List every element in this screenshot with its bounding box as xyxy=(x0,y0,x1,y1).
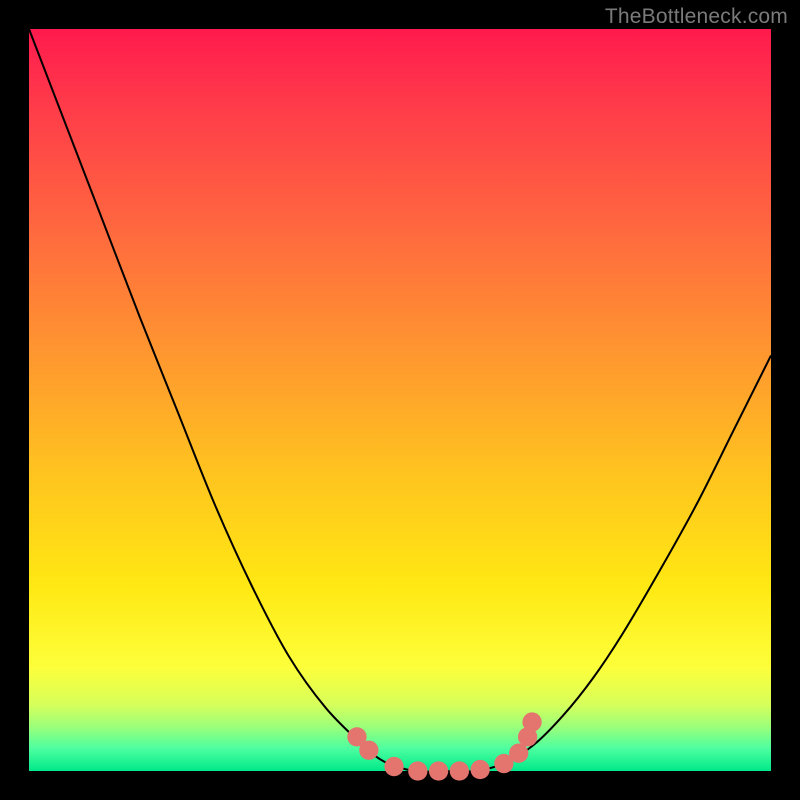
highlight-dot xyxy=(522,712,541,731)
highlight-dots xyxy=(347,712,541,780)
curve-layer xyxy=(29,29,771,771)
highlight-dot xyxy=(450,761,469,780)
highlight-dot xyxy=(429,761,448,780)
highlight-dot xyxy=(470,760,489,779)
highlight-dot xyxy=(509,744,528,763)
highlight-dot xyxy=(408,761,427,780)
bottleneck-curve xyxy=(29,29,771,772)
chart-frame: TheBottleneck.com xyxy=(0,0,800,800)
highlight-dot xyxy=(384,757,403,776)
plot-area xyxy=(29,29,771,771)
highlight-dot xyxy=(359,741,378,760)
watermark-text: TheBottleneck.com xyxy=(605,5,788,29)
